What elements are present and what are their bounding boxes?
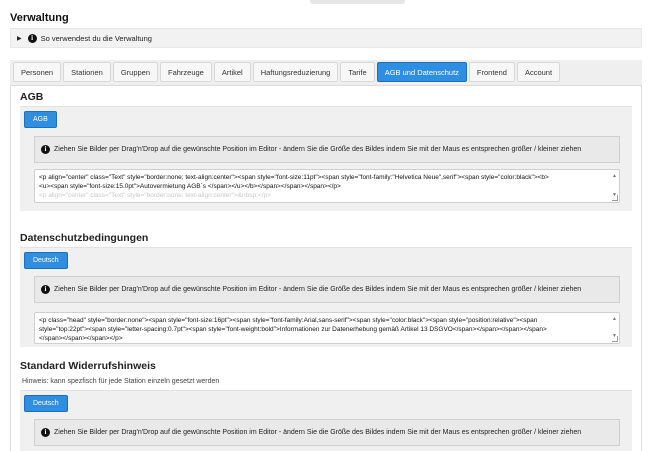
agb-editor-hint: i Ziehen Sie Bilder per Drag'n'Drop auf … bbox=[34, 136, 620, 163]
agb-title: AGB bbox=[20, 91, 44, 103]
privacy-editor-textarea[interactable]: <p class="head" style="border:none"><spa… bbox=[34, 312, 620, 344]
withdrawal-hint-text: Ziehen Sie Bilder per Drag'n'Drop auf di… bbox=[54, 429, 582, 436]
tab-artikel[interactable]: Artikel bbox=[213, 62, 251, 82]
privacy-lang-tab[interactable]: Deutsch bbox=[24, 252, 68, 269]
agb-lang-tab[interactable]: AGB bbox=[24, 111, 57, 128]
withdrawal-editor-hint: i Ziehen Sie Bilder per Drag'n'Drop auf … bbox=[34, 419, 620, 446]
scroll-up-icon[interactable]: ▲ bbox=[612, 172, 617, 181]
info-circle-icon: i bbox=[41, 285, 50, 294]
info-circle-icon: i bbox=[41, 145, 50, 154]
info-circle-icon: i bbox=[27, 33, 37, 43]
info-circle-icon: i bbox=[41, 428, 50, 437]
top-toolbar-stub bbox=[310, 0, 405, 4]
tab-account[interactable]: Account bbox=[516, 62, 561, 82]
tab-fahrzeuge[interactable]: Fahrzeuge bbox=[160, 62, 212, 82]
withdrawal-lang-tab[interactable]: Deutsch bbox=[24, 395, 68, 412]
usage-info-toggle[interactable]: ▶ i So verwendest du die Verwaltung bbox=[10, 28, 642, 48]
resize-handle-icon[interactable] bbox=[612, 195, 618, 201]
caret-right-icon: ▶ bbox=[17, 35, 22, 42]
privacy-code-line-3: </span></span></span></p> bbox=[39, 335, 123, 342]
privacy-title: Datenschutzbedingungen bbox=[20, 232, 149, 244]
tab-agb-und-datenschutz[interactable]: AGB und Datenschutz bbox=[376, 62, 467, 82]
privacy-editor-hint: i Ziehen Sie Bilder per Drag'n'Drop auf … bbox=[34, 276, 620, 303]
resize-handle-icon[interactable] bbox=[612, 336, 618, 342]
tab-gruppen[interactable]: Gruppen bbox=[112, 62, 158, 82]
agb-code-line-1: <p align="center" class="Text" style="bo… bbox=[39, 174, 549, 181]
tab-personen[interactable]: Personen bbox=[13, 62, 62, 82]
privacy-code-line-1: <p class="head" style="border:none"><spa… bbox=[39, 317, 538, 324]
scroll-up-icon[interactable]: ▲ bbox=[612, 315, 617, 324]
tab-stationen[interactable]: Stationen bbox=[63, 62, 111, 82]
privacy-hint-text: Ziehen Sie Bilder per Drag'n'Drop auf di… bbox=[54, 286, 582, 293]
page-title: Verwaltung bbox=[10, 12, 69, 24]
agb-code-line-3: <p align="center" class="Text" style="bo… bbox=[39, 192, 271, 199]
withdrawal-hint: Hinweis: kann spezfisch für jede Station… bbox=[22, 378, 220, 385]
tab-frontend[interactable]: Frontend bbox=[468, 62, 515, 82]
usage-info-label: So verwendest du die Verwaltung bbox=[40, 33, 152, 43]
privacy-code-line-2: style="top:22pt"><span style="letter-spa… bbox=[39, 326, 547, 333]
main-tabs: Personen Stationen Gruppen Fahrzeuge Art… bbox=[10, 60, 642, 86]
tab-tarife[interactable]: Tarife bbox=[340, 62, 375, 82]
tab-haftungsreduzierung[interactable]: Haftungsreduzierung bbox=[252, 62, 339, 82]
withdrawal-title: Standard Widerrufshinweis bbox=[20, 360, 156, 372]
agb-hint-text: Ziehen Sie Bilder per Drag'n'Drop auf di… bbox=[54, 146, 582, 153]
agb-code-line-2: <u><span style="font-size:15.0pt">Autove… bbox=[39, 183, 341, 190]
agb-editor-textarea[interactable]: <p align="center" class="Text" style="bo… bbox=[34, 169, 620, 203]
